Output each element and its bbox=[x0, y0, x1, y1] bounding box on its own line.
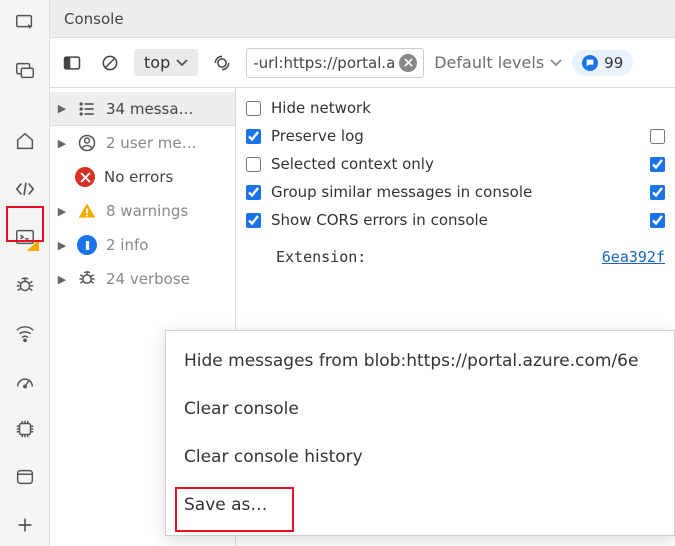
console-icon[interactable] bbox=[8, 220, 42, 254]
sidebar-item-info[interactable]: ▶ 2 info bbox=[50, 228, 235, 262]
sidebar-item-label: 8 warnings bbox=[106, 202, 229, 220]
context-selector[interactable]: top bbox=[134, 49, 198, 76]
settings-right-checkbox-column bbox=[650, 94, 665, 234]
menu-clear-console[interactable]: Clear console bbox=[166, 385, 674, 433]
chat-icon bbox=[582, 55, 598, 71]
checkbox[interactable] bbox=[246, 157, 261, 172]
extension-label: Extension: bbox=[246, 248, 366, 266]
setting-hide-network[interactable]: Hide network bbox=[246, 94, 665, 122]
issues-count: 99 bbox=[604, 54, 623, 72]
checkbox[interactable] bbox=[246, 129, 261, 144]
sidebar-item-errors[interactable]: No errors bbox=[50, 160, 235, 194]
expand-arrow-icon: ▶ bbox=[56, 273, 68, 286]
log-levels-dropdown[interactable]: Default levels bbox=[434, 53, 562, 72]
activity-bar bbox=[0, 0, 50, 546]
panel-title-text: Console bbox=[64, 10, 124, 28]
setting-label: Group similar messages in console bbox=[271, 183, 532, 201]
clear-filter-button[interactable] bbox=[399, 54, 417, 72]
sidebar-item-user[interactable]: ▶ 2 user me… bbox=[50, 126, 235, 160]
chevron-down-icon bbox=[550, 59, 562, 67]
sidebar-item-warnings[interactable]: ▶ 8 warnings bbox=[50, 194, 235, 228]
sidebar-item-verbose[interactable]: ▶ 24 verbose bbox=[50, 262, 235, 296]
console-toolbar: top -url:https://portal.a Default levels bbox=[50, 38, 675, 88]
home-icon[interactable] bbox=[8, 124, 42, 158]
warning-icon bbox=[76, 200, 98, 222]
chevron-down-icon bbox=[176, 59, 188, 67]
extension-log-line: Extension: 6ea392f bbox=[246, 248, 665, 266]
extension-link[interactable]: 6ea392f bbox=[602, 248, 665, 266]
menu-save-as[interactable]: Save as… bbox=[166, 481, 674, 529]
checkbox[interactable] bbox=[650, 157, 665, 172]
memory-icon[interactable] bbox=[8, 412, 42, 446]
live-expression-button[interactable] bbox=[208, 49, 236, 77]
setting-show-cors[interactable]: Show CORS errors in console bbox=[246, 206, 665, 234]
filter-value: -url:https://portal.a bbox=[253, 54, 395, 72]
checkbox[interactable] bbox=[650, 213, 665, 228]
menu-item-label: Clear console history bbox=[184, 447, 363, 467]
application-icon[interactable] bbox=[8, 460, 42, 494]
network-icon[interactable] bbox=[8, 316, 42, 350]
inspect-icon[interactable] bbox=[8, 6, 42, 40]
list-icon bbox=[76, 98, 98, 120]
dock-icon[interactable] bbox=[8, 54, 42, 88]
levels-label: Default levels bbox=[434, 53, 544, 72]
user-icon bbox=[76, 132, 98, 154]
sidebar-item-label: 34 messa… bbox=[106, 100, 229, 118]
menu-item-label: Save as… bbox=[184, 495, 267, 515]
issues-counter[interactable]: 99 bbox=[572, 50, 633, 76]
checkbox[interactable] bbox=[650, 129, 665, 144]
expand-arrow-icon: ▶ bbox=[56, 137, 68, 150]
expand-arrow-icon: ▶ bbox=[56, 239, 68, 252]
menu-hide-messages[interactable]: Hide messages from blob:https://portal.a… bbox=[166, 337, 674, 385]
setting-preserve-log[interactable]: Preserve log bbox=[246, 122, 665, 150]
setting-selected-context[interactable]: Selected context only bbox=[246, 150, 665, 178]
filter-input[interactable]: -url:https://portal.a bbox=[246, 48, 424, 78]
toggle-sidebar-button[interactable] bbox=[58, 49, 86, 77]
menu-clear-history[interactable]: Clear console history bbox=[166, 433, 674, 481]
warning-badge-icon bbox=[27, 239, 39, 251]
setting-label: Selected context only bbox=[271, 155, 434, 173]
expand-arrow-icon: ▶ bbox=[56, 205, 68, 218]
setting-label: Show CORS errors in console bbox=[271, 211, 488, 229]
sidebar-item-label: No errors bbox=[104, 168, 229, 186]
checkbox[interactable] bbox=[650, 185, 665, 200]
sources-bug-icon[interactable] bbox=[8, 268, 42, 302]
menu-item-label: Hide messages from blob:https://portal.a… bbox=[184, 351, 638, 371]
verbose-icon bbox=[76, 268, 98, 290]
checkbox[interactable] bbox=[246, 185, 261, 200]
setting-label: Preserve log bbox=[271, 127, 364, 145]
checkbox[interactable] bbox=[246, 213, 261, 228]
setting-label: Hide network bbox=[271, 99, 371, 117]
expand-arrow-icon: ▶ bbox=[56, 102, 68, 115]
clear-console-button[interactable] bbox=[96, 49, 124, 77]
context-menu: Hide messages from blob:https://portal.a… bbox=[165, 330, 675, 536]
sidebar-item-label: 2 user me… bbox=[106, 134, 229, 152]
menu-item-label: Clear console bbox=[184, 399, 299, 419]
add-tool-icon[interactable] bbox=[8, 508, 42, 542]
performance-icon[interactable] bbox=[8, 364, 42, 398]
elements-icon[interactable] bbox=[8, 172, 42, 206]
sidebar-item-all[interactable]: ▶ 34 messa… bbox=[50, 92, 235, 126]
setting-group-similar[interactable]: Group similar messages in console bbox=[246, 178, 665, 206]
panel-title: Console bbox=[50, 0, 675, 38]
info-icon bbox=[76, 234, 98, 256]
checkbox[interactable] bbox=[246, 101, 261, 116]
error-icon bbox=[74, 166, 96, 188]
context-label: top bbox=[144, 53, 170, 72]
sidebar-item-label: 2 info bbox=[106, 236, 229, 254]
sidebar-item-label: 24 verbose bbox=[106, 270, 229, 288]
